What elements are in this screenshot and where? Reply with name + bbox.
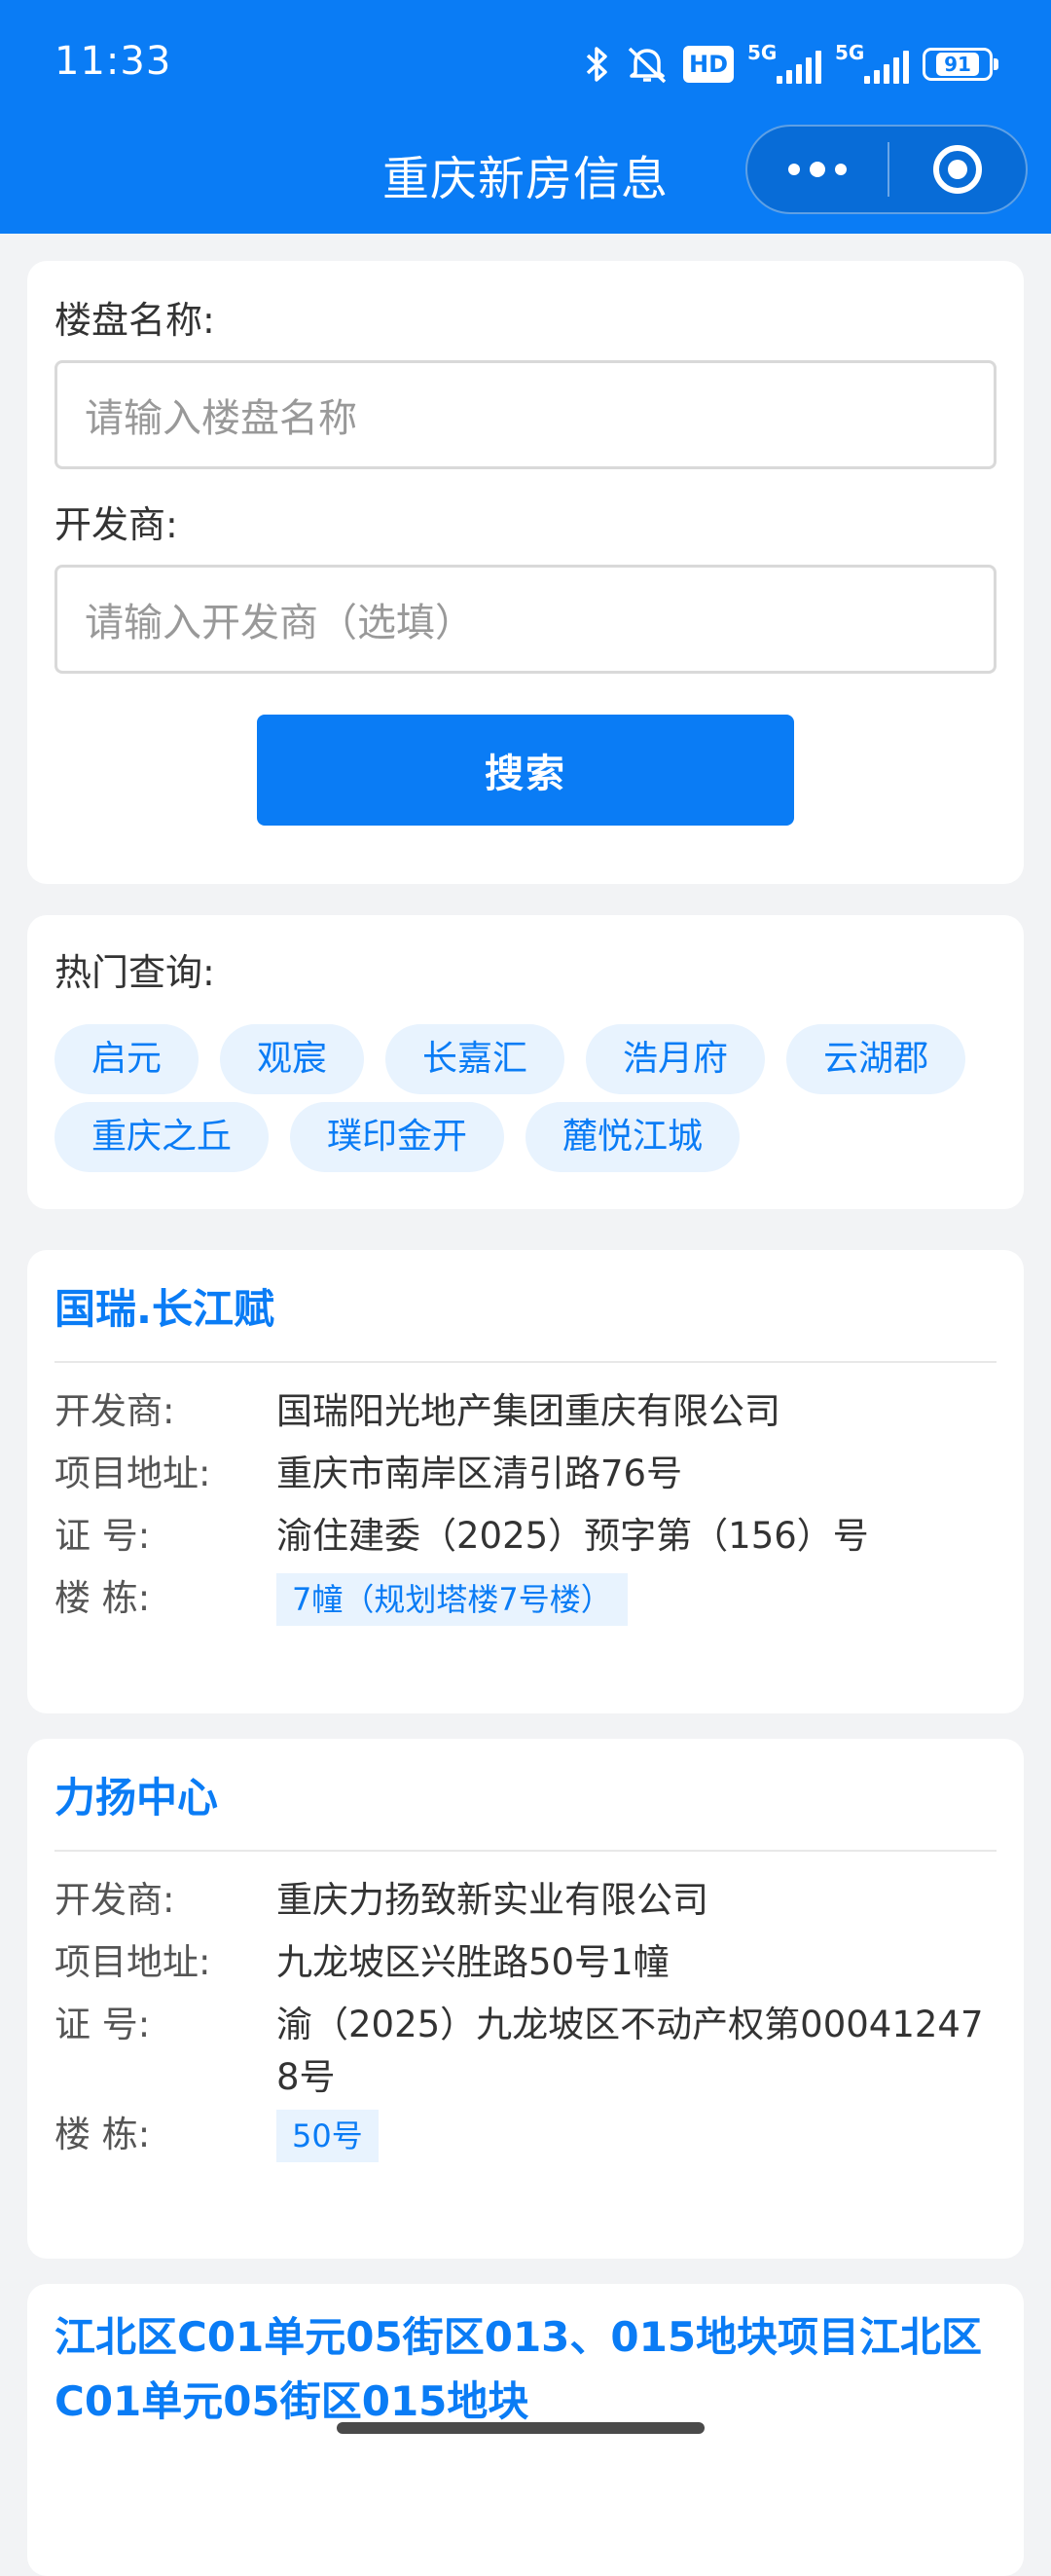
bluetooth-icon: [584, 44, 611, 85]
license-row: 证 号: 渝住建委（2025）预字第（156）号: [54, 1505, 997, 1567]
developer-input[interactable]: 请输入开发商（选填）: [54, 565, 997, 674]
signal-icon-2: 5G: [835, 41, 909, 84]
address-row: 项目地址: 九龙坡区兴胜路50号1幢: [54, 1932, 997, 1994]
result-title[interactable]: 国瑞.长江赋: [54, 1250, 997, 1363]
project-name-input[interactable]: 请输入楼盘名称: [54, 360, 997, 469]
hot-tag[interactable]: 璞印金开: [290, 1102, 505, 1172]
more-menu-button[interactable]: [747, 127, 888, 212]
field-key: 楼 栋:: [54, 1577, 151, 1619]
more-dots-icon-right: [835, 164, 847, 175]
result-info: 开发商: 国瑞阳光地产集团重庆有限公司 项目地址: 重庆市南岸区清引路76号 证 号…: [54, 1380, 997, 1630]
hot-tag[interactable]: 浩月府: [586, 1024, 766, 1094]
license-row: 证 号: 渝（2025）九龙坡区不动产权第000412478号: [54, 1994, 997, 2104]
license-value: 渝住建委（2025）预字第（156）号: [276, 1515, 869, 1557]
target-icon: [933, 145, 982, 194]
building-row: 楼 栋: 7幢（规划塔楼7号楼）: [54, 1567, 997, 1630]
developer-value: 国瑞阳光地产集团重庆有限公司: [276, 1390, 780, 1432]
field-key: 开发商:: [54, 1879, 175, 1921]
result-info: 开发商: 重庆力扬致新实业有限公司 项目地址: 九龙坡区兴胜路50号1幢 证 号: 渝…: [54, 1869, 997, 2166]
developer-row: 开发商: 国瑞阳光地产集团重庆有限公司: [54, 1380, 997, 1443]
status-icons: HD 5G 5G 91: [584, 41, 998, 88]
more-dots-icon-center: [810, 162, 825, 177]
hot-tag[interactable]: 麓悦江城: [526, 1102, 741, 1172]
hd-voice-badge: HD: [682, 46, 734, 83]
developer-value: 重庆力扬致新实业有限公司: [276, 1879, 708, 1921]
field-key: 楼 栋:: [54, 2114, 151, 2155]
signal-label: 5G: [747, 41, 778, 64]
hot-queries-card: 热门查询: 启元 观宸 长嘉汇 浩月府 云湖郡 重庆之丘 璞印金开 麓悦江城: [27, 915, 1024, 1209]
hot-queries-label: 热门查询:: [54, 951, 215, 994]
battery-level: 91: [936, 53, 979, 76]
mini-program-capsule: [745, 125, 1028, 214]
status-time: 11:33: [54, 39, 172, 84]
address-value: 九龙坡区兴胜路50号1幢: [276, 1941, 670, 1983]
developer-row: 开发商: 重庆力扬致新实业有限公司: [54, 1869, 997, 1932]
hot-tag[interactable]: 长嘉汇: [385, 1024, 565, 1094]
field-key: 证 号:: [54, 2004, 151, 2045]
address-value: 重庆市南岸区清引路76号: [276, 1453, 683, 1494]
field-key: 证 号:: [54, 1515, 151, 1557]
status-bar: 11:33 HD 5G 5G 91: [0, 0, 1051, 129]
more-dots-icon: [788, 164, 800, 175]
battery-icon: 91: [923, 48, 998, 81]
bell-muted-icon: [625, 44, 670, 85]
project-name-label: 楼盘名称:: [54, 299, 215, 342]
address-row: 项目地址: 重庆市南岸区清引路76号: [54, 1443, 997, 1505]
home-indicator[interactable]: [337, 2422, 705, 2434]
building-tag[interactable]: 7幢（规划塔楼7号楼）: [276, 1573, 628, 1626]
field-key: 项目地址:: [54, 1453, 211, 1494]
license-value: 渝（2025）九龙坡区不动产权第000412478号: [276, 2004, 984, 2098]
hot-tags: 启元 观宸 长嘉汇 浩月府 云湖郡 重庆之丘 璞印金开 麓悦江城: [54, 1024, 997, 1172]
developer-label: 开发商:: [54, 503, 178, 546]
search-button[interactable]: 搜索: [257, 715, 794, 826]
result-card[interactable]: 国瑞.长江赋 开发商: 国瑞阳光地产集团重庆有限公司 项目地址: 重庆市南岸区清引路…: [27, 1250, 1024, 1713]
result-card[interactable]: 力扬中心 开发商: 重庆力扬致新实业有限公司 项目地址: 九龙坡区兴胜路50号1幢 …: [27, 1739, 1024, 2259]
search-card: 楼盘名称: 请输入楼盘名称 开发商: 请输入开发商（选填） 搜索: [27, 261, 1024, 884]
signal-icon: 5G: [747, 41, 821, 84]
field-key: 项目地址:: [54, 1941, 211, 1983]
signal-label-2: 5G: [835, 41, 865, 64]
building-tag[interactable]: 50号: [276, 2110, 379, 2162]
hot-tag[interactable]: 重庆之丘: [54, 1102, 270, 1172]
field-key: 开发商:: [54, 1390, 175, 1432]
building-row: 楼 栋: 50号: [54, 2104, 997, 2166]
hot-tag[interactable]: 观宸: [220, 1024, 365, 1094]
result-title[interactable]: 力扬中心: [54, 1739, 997, 1852]
hot-tag[interactable]: 启元: [54, 1024, 199, 1094]
close-mini-program-button[interactable]: [889, 145, 1026, 194]
top-header: 11:33 HD 5G 5G 91 重庆新房信息: [0, 0, 1051, 234]
hot-tag[interactable]: 云湖郡: [786, 1024, 966, 1094]
